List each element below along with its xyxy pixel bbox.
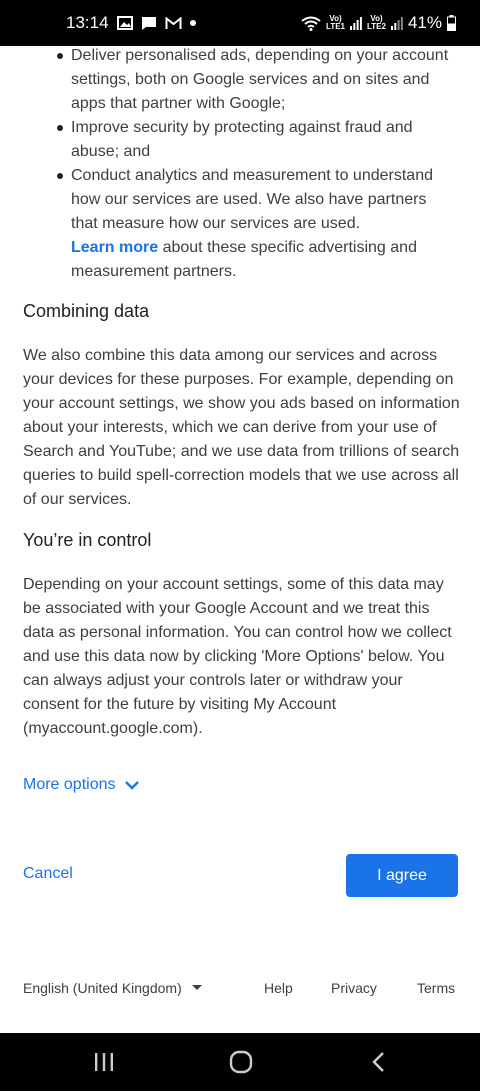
terms-link[interactable]: Terms — [417, 980, 455, 996]
wifi-icon — [301, 16, 321, 31]
more-options-button[interactable]: More options — [23, 776, 140, 794]
status-right: Vo) LTE1 Vo) LTE2 41% — [301, 13, 456, 33]
purpose-list: Deliver personalised ads, depending on y… — [0, 44, 451, 284]
battery-icon — [447, 15, 456, 31]
dropdown-arrow-icon — [191, 985, 202, 991]
consent-content[interactable]: Deliver personalised ads, depending on y… — [0, 44, 480, 737]
gallery-icon — [116, 16, 133, 30]
agree-button[interactable]: I agree — [346, 854, 458, 897]
status-bar: 13:14 Vo) LTE1 Vo) LTE2 41% — [0, 0, 480, 46]
language-label: English (United Kingdom) — [23, 980, 182, 996]
more-notifications-dot-icon — [189, 20, 196, 26]
privacy-link[interactable]: Privacy — [331, 980, 377, 996]
combining-data-body: We also combine this data among our serv… — [23, 347, 460, 508]
clock: 13:14 — [66, 13, 109, 32]
sim1-network: LTE1 — [326, 22, 345, 31]
control-body: Depending on your account settings, some… — [23, 576, 452, 737]
list-item-text: Conduct analytics and measurement to und… — [71, 167, 433, 232]
control-heading: You’re in control — [23, 530, 152, 550]
help-link[interactable]: Help — [264, 980, 293, 996]
gmail-icon — [165, 16, 182, 30]
navigation-bar — [0, 1033, 480, 1091]
message-icon — [141, 16, 157, 31]
chevron-down-icon — [124, 780, 140, 790]
list-item: Conduct analytics and measurement to und… — [57, 164, 451, 284]
signal-sim1-icon — [350, 16, 362, 30]
combining-data-heading: Combining data — [23, 301, 150, 321]
home-icon[interactable] — [229, 1050, 253, 1079]
learn-more-sentence: Learn more about these specific advertis… — [71, 236, 451, 284]
sim2-label: Vo) LTE2 — [367, 15, 386, 31]
list-item: Improve security by protecting against f… — [57, 116, 451, 164]
more-options-label: More options — [23, 776, 116, 793]
learn-more-link[interactable]: Learn more — [71, 239, 158, 256]
list-item: Deliver personalised ads, depending on y… — [57, 44, 451, 116]
signal-sim2-icon — [390, 16, 403, 30]
language-selector[interactable]: English (United Kingdom) — [23, 980, 202, 996]
battery-percent: 41% — [407, 13, 442, 32]
cancel-button[interactable]: Cancel — [23, 865, 73, 883]
status-left: 13:14 — [66, 13, 196, 33]
footer: English (United Kingdom) Help Privacy Te… — [0, 980, 480, 1000]
recent-apps-icon[interactable] — [94, 1052, 114, 1077]
sim2-network: LTE2 — [367, 22, 386, 31]
sim1-label: Vo) LTE1 — [326, 15, 345, 31]
back-icon[interactable] — [370, 1051, 386, 1078]
